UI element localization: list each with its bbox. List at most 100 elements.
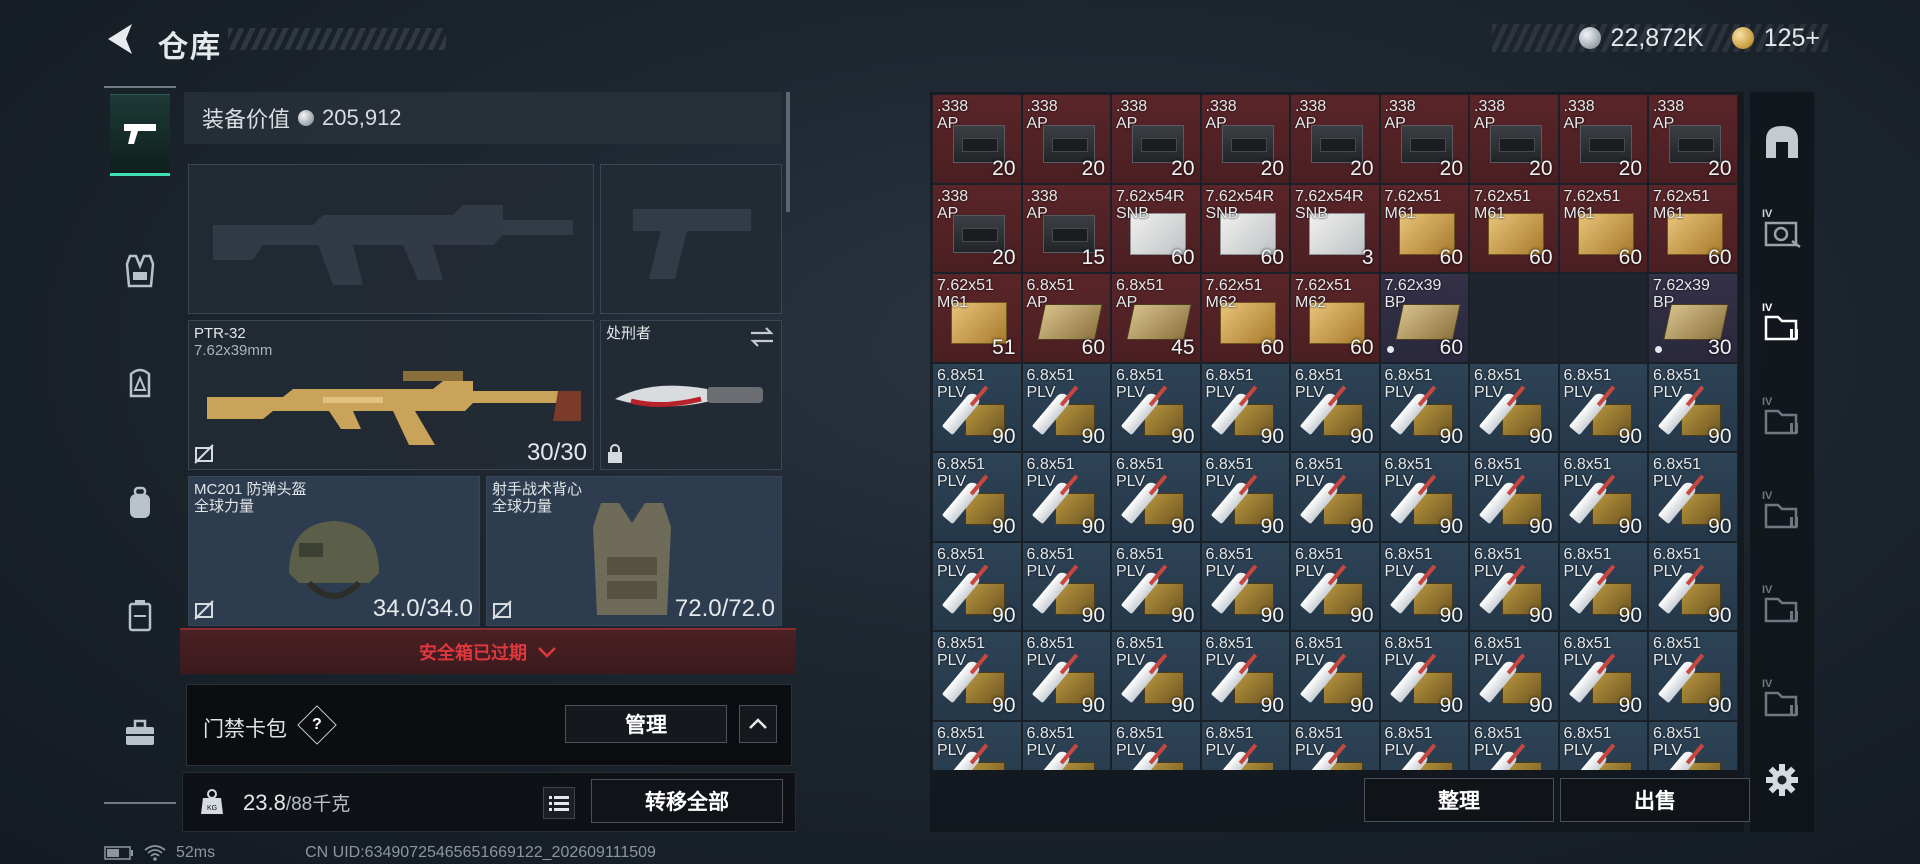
tab-folder-iv-4[interactable]: IV (1760, 584, 1804, 630)
inventory-item[interactable]: 7.62x51 M61 60 (1648, 183, 1738, 273)
inventory-item[interactable]: 6.8x51 PLV 90 (1200, 452, 1290, 542)
inventory-item[interactable]: 6.8x51 PLV 90 (1111, 452, 1201, 542)
settings-button[interactable] (1762, 760, 1802, 800)
inventory-item[interactable]: 6.8x51 PLV 90 (1200, 541, 1290, 631)
inventory-item[interactable]: 6.8x51 PLV 90 (1021, 452, 1111, 542)
inventory-item[interactable]: 7.62x51 M62 60 (1200, 273, 1290, 363)
sort-button[interactable]: 整理 (1364, 778, 1554, 822)
pistol-slot[interactable] (600, 164, 782, 314)
inventory-item[interactable]: 6.8x51 PLV 90 (1379, 541, 1469, 631)
inventory-item[interactable]: .338 AP 20 (1558, 94, 1648, 184)
inventory-item[interactable]: 6.8x51 PLV 90 (1290, 631, 1380, 721)
safe-box-expired-banner[interactable]: 安全箱已过期 (180, 628, 796, 674)
inventory-item[interactable]: 6.8x51 PLV 90 (1021, 362, 1111, 452)
inventory-item[interactable]: 6.8x51 PLV 90 (1648, 631, 1738, 721)
secondary-weapon-slot[interactable] (188, 164, 594, 314)
inventory-item[interactable]: 6.8x51 PLV 90 (1379, 452, 1469, 542)
inventory-item[interactable]: 6.8x51 PLV (1648, 720, 1738, 770)
nav-container[interactable] (110, 580, 170, 650)
inventory-item[interactable]: 6.8x51 PLV 90 (1648, 541, 1738, 631)
inventory-item[interactable]: 6.8x51 PLV 90 (932, 541, 1022, 631)
inventory-item[interactable]: .338 AP 20 (1379, 94, 1469, 184)
inventory-item[interactable]: 7.62x54R SNB 60 (1200, 183, 1290, 273)
nav-toolbox[interactable] (110, 698, 170, 768)
inventory-item[interactable]: 6.8x51 PLV 90 (1469, 452, 1559, 542)
inventory-item[interactable]: 7.62x51 M61 51 (932, 273, 1022, 363)
melee-slot[interactable]: 处刑者 (600, 320, 782, 470)
collapse-button[interactable] (739, 705, 777, 743)
inventory-item[interactable]: 6.8x51 PLV 90 (1648, 452, 1738, 542)
nav-vest[interactable] (110, 236, 170, 306)
inventory-item[interactable]: 6.8x51 PLV (1200, 720, 1290, 770)
inventory-item[interactable]: .338 AP 20 (1469, 94, 1559, 184)
inventory-item[interactable]: 7.62x51 M62 60 (1290, 273, 1380, 363)
inventory-item[interactable]: 7.62x54R SNB 3 (1290, 183, 1380, 273)
inventory-item[interactable]: .338 AP 20 (932, 94, 1022, 184)
helmet-slot[interactable]: MC201 防弹头盔 全球力量 34.0/34.0 (188, 476, 480, 626)
inventory-item[interactable]: 6.8x51 PLV 90 (1200, 362, 1290, 452)
inventory-item[interactable]: .338 AP 20 (1111, 94, 1201, 184)
inventory-item[interactable]: 6.8x51 PLV 90 (1111, 541, 1201, 631)
inventory-item[interactable]: 6.8x51 PLV (1558, 720, 1648, 770)
inventory-item[interactable]: 6.8x51 PLV 90 (1469, 362, 1559, 452)
inventory-item[interactable]: 6.8x51 PLV (1111, 720, 1201, 770)
inventory-item[interactable]: 6.8x51 PLV (1469, 720, 1559, 770)
scrollbar[interactable] (786, 92, 790, 212)
inventory-item[interactable]: 6.8x51 PLV 90 (1558, 541, 1648, 631)
inventory-item[interactable]: 6.8x51 PLV 90 (1558, 452, 1648, 542)
inventory-item[interactable]: 6.8x51 PLV 90 (1111, 631, 1201, 721)
inventory-item[interactable]: 6.8x51 PLV 90 (1021, 631, 1111, 721)
inventory-item[interactable]: .338 AP 20 (932, 183, 1022, 273)
inventory-item[interactable]: 6.8x51 AP 45 (1111, 273, 1201, 363)
tab-shelter[interactable] (1760, 120, 1804, 164)
inventory-item[interactable]: 6.8x51 PLV 90 (1558, 631, 1648, 721)
inventory-item[interactable]: .338 AP 20 (1021, 94, 1111, 184)
inventory-item[interactable]: .338 AP 20 (1200, 94, 1290, 184)
inventory-item[interactable]: 6.8x51 PLV (932, 720, 1022, 770)
inventory-item[interactable]: 7.62x51 M61 60 (1379, 183, 1469, 273)
tab-folder-iv-active[interactable]: IV (1760, 302, 1804, 348)
inventory-item[interactable]: 6.8x51 PLV 90 (932, 362, 1022, 452)
inventory-item[interactable]: 6.8x51 PLV 90 (1290, 541, 1380, 631)
transfer-all-button[interactable]: 转移全部 (591, 779, 783, 823)
nav-armor[interactable] (110, 348, 170, 418)
tab-folder-iv-2[interactable]: IV (1760, 396, 1804, 442)
inventory-item[interactable]: 6.8x51 PLV 90 (1290, 452, 1380, 542)
inventory-item[interactable]: 6.8x51 PLV 90 (1379, 362, 1469, 452)
inventory-item[interactable]: 7.62x39 BP 60 (1379, 273, 1469, 363)
tab-folder-iv-5[interactable]: IV (1760, 678, 1804, 724)
tab-safe-iv[interactable]: IV (1760, 208, 1804, 254)
inventory-item[interactable]: 6.8x51 PLV 90 (1648, 362, 1738, 452)
empty-slot[interactable] (1469, 273, 1559, 363)
inventory-item[interactable]: 6.8x51 PLV 90 (1469, 631, 1559, 721)
inventory-item[interactable]: 6.8x51 PLV 90 (932, 452, 1022, 542)
inventory-item[interactable]: 6.8x51 PLV (1290, 720, 1380, 770)
gold-amount[interactable]: 125+ (1764, 24, 1820, 53)
inventory-item[interactable]: 6.8x51 PLV 90 (1379, 631, 1469, 721)
help-button[interactable]: ? (297, 705, 337, 745)
inventory-item[interactable]: 6.8x51 PLV 90 (932, 631, 1022, 721)
nav-backpack[interactable] (110, 468, 170, 538)
inventory-item[interactable]: 6.8x51 PLV (1379, 720, 1469, 770)
inventory-item[interactable]: 7.62x51 M61 60 (1469, 183, 1559, 273)
list-view-button[interactable] (543, 787, 575, 819)
inventory-item[interactable]: 6.8x51 PLV 90 (1111, 362, 1201, 452)
inventory-item[interactable]: 6.8x51 PLV 90 (1469, 541, 1559, 631)
manage-button[interactable]: 管理 (565, 705, 727, 743)
inventory-item[interactable]: .338 AP 15 (1021, 183, 1111, 273)
inventory-item[interactable]: 6.8x51 PLV 90 (1290, 362, 1380, 452)
primary-weapon-slot[interactable]: PTR-32 7.62x39mm 30/30 (188, 320, 594, 470)
empty-slot[interactable] (1558, 273, 1648, 363)
inventory-item[interactable]: .338 AP 20 (1290, 94, 1380, 184)
inventory-item[interactable]: 6.8x51 PLV (1021, 720, 1111, 770)
inventory-item[interactable]: 7.62x54R SNB 60 (1111, 183, 1201, 273)
inventory-item[interactable]: 6.8x51 PLV 90 (1021, 541, 1111, 631)
nav-weapons[interactable] (110, 94, 170, 176)
tab-folder-iv-3[interactable]: IV (1760, 490, 1804, 536)
inventory-item[interactable]: 7.62x39 BP 30 (1648, 273, 1738, 363)
inventory-item[interactable]: 7.62x51 M61 60 (1558, 183, 1648, 273)
back-button[interactable] (102, 20, 138, 58)
inventory-item[interactable]: 6.8x51 PLV 90 (1558, 362, 1648, 452)
inventory-item[interactable]: 6.8x51 PLV 90 (1200, 631, 1290, 721)
sell-button[interactable]: 出售 (1560, 778, 1750, 822)
